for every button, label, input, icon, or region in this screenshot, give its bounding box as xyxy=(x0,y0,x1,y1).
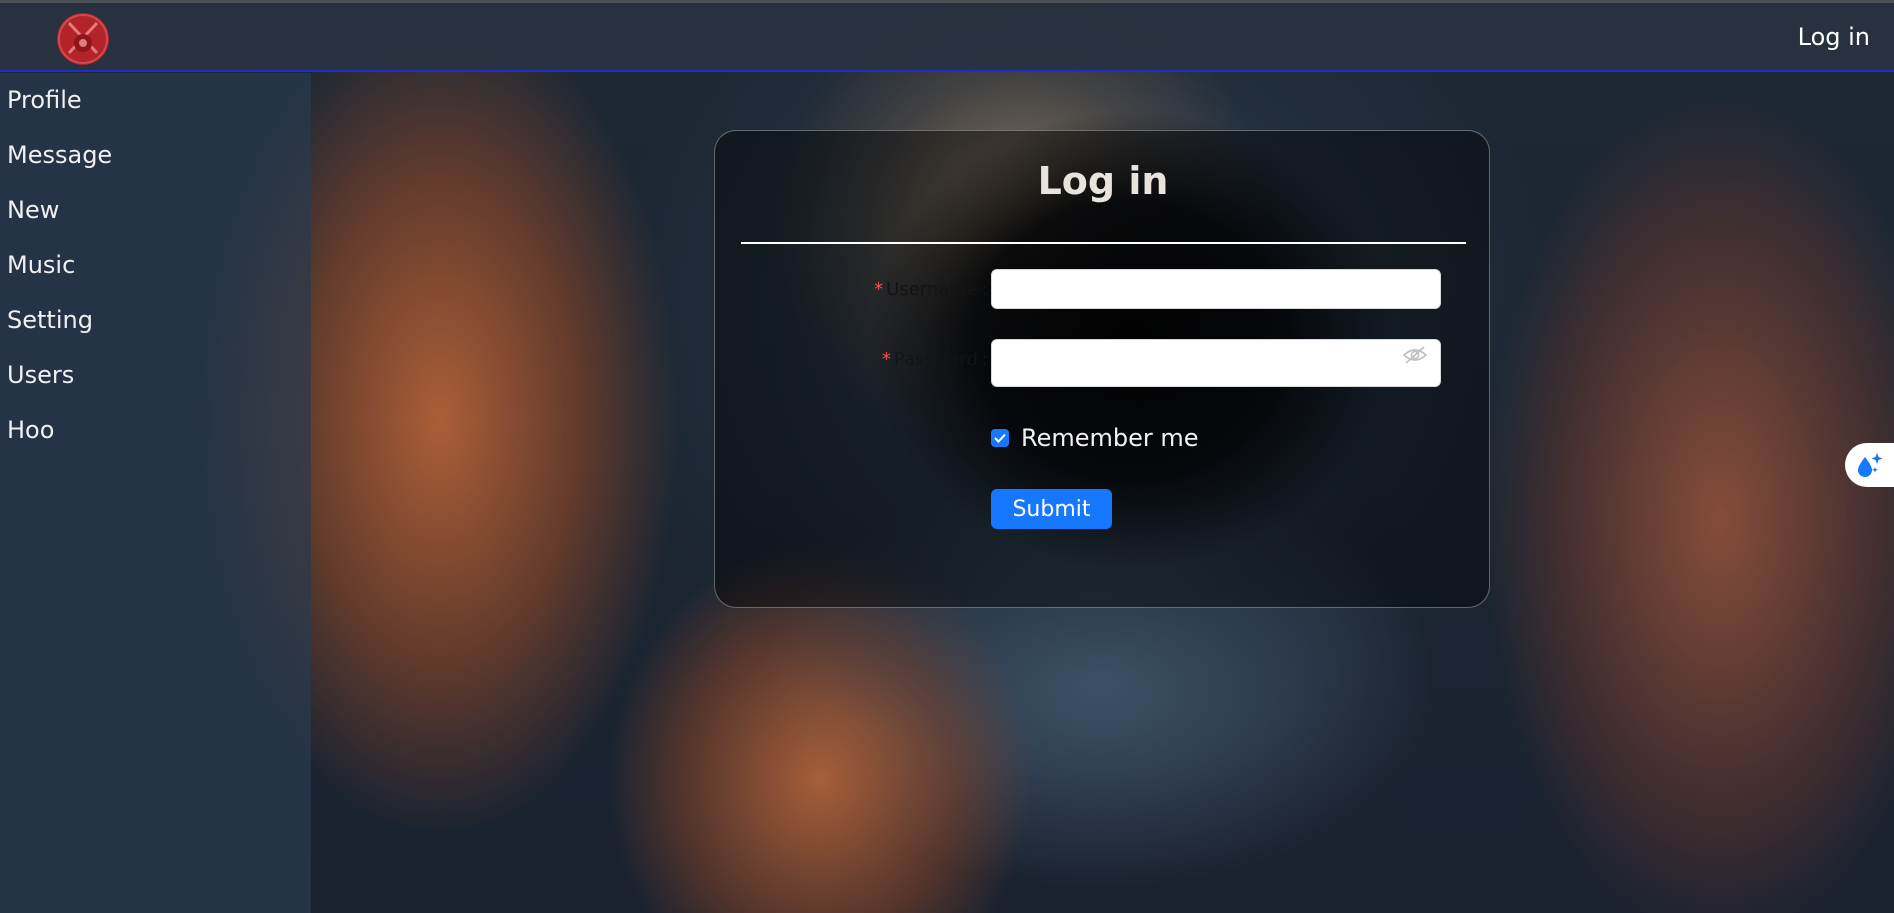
password-label: Password xyxy=(893,349,978,370)
login-title: Log in xyxy=(1037,159,1169,203)
sidebar-item-users[interactable]: Users xyxy=(7,355,112,410)
sparkle-drop-icon xyxy=(1858,453,1883,477)
title-divider xyxy=(741,242,1466,244)
username-label-row: * Username: xyxy=(865,279,988,300)
checkbox-checked-icon[interactable] xyxy=(991,429,1009,447)
submit-button[interactable]: Submit xyxy=(991,489,1112,529)
checkmark-glyph xyxy=(994,433,1006,443)
sidebar-item-setting[interactable]: Setting xyxy=(7,300,112,355)
required-mark: * xyxy=(874,279,884,300)
logo-glyph xyxy=(58,14,108,64)
header-login-link[interactable]: Log in xyxy=(1798,23,1870,51)
sidebar-item-profile[interactable]: Profile xyxy=(7,80,112,135)
username-input[interactable] xyxy=(991,269,1441,309)
top-header: Log in xyxy=(0,0,1894,72)
eye-off-glyph xyxy=(1402,346,1428,364)
required-mark: * xyxy=(881,349,891,370)
sidebar-item-new[interactable]: New xyxy=(7,190,112,245)
label-colon: : xyxy=(981,349,988,370)
login-card: Log in * Username: * Password: Remember me… xyxy=(714,130,1490,608)
floating-assistant-button[interactable] xyxy=(1845,443,1894,487)
logo-icon[interactable] xyxy=(57,13,109,65)
password-input[interactable] xyxy=(991,339,1441,387)
username-label: Username xyxy=(886,279,978,300)
sidebar-item-message[interactable]: Message xyxy=(7,135,112,190)
sidebar-nav: Profile Message New Music Setting Users … xyxy=(7,80,112,465)
password-label-row: * Password: xyxy=(865,349,988,370)
eye-off-icon[interactable] xyxy=(1401,345,1429,365)
label-colon: : xyxy=(981,279,988,300)
sidebar-item-hoo[interactable]: Hoo xyxy=(7,410,112,465)
remember-me-label[interactable]: Remember me xyxy=(1021,424,1199,452)
sidebar-item-music[interactable]: Music xyxy=(7,245,112,300)
remember-me-checkbox[interactable]: Remember me xyxy=(991,424,1199,452)
